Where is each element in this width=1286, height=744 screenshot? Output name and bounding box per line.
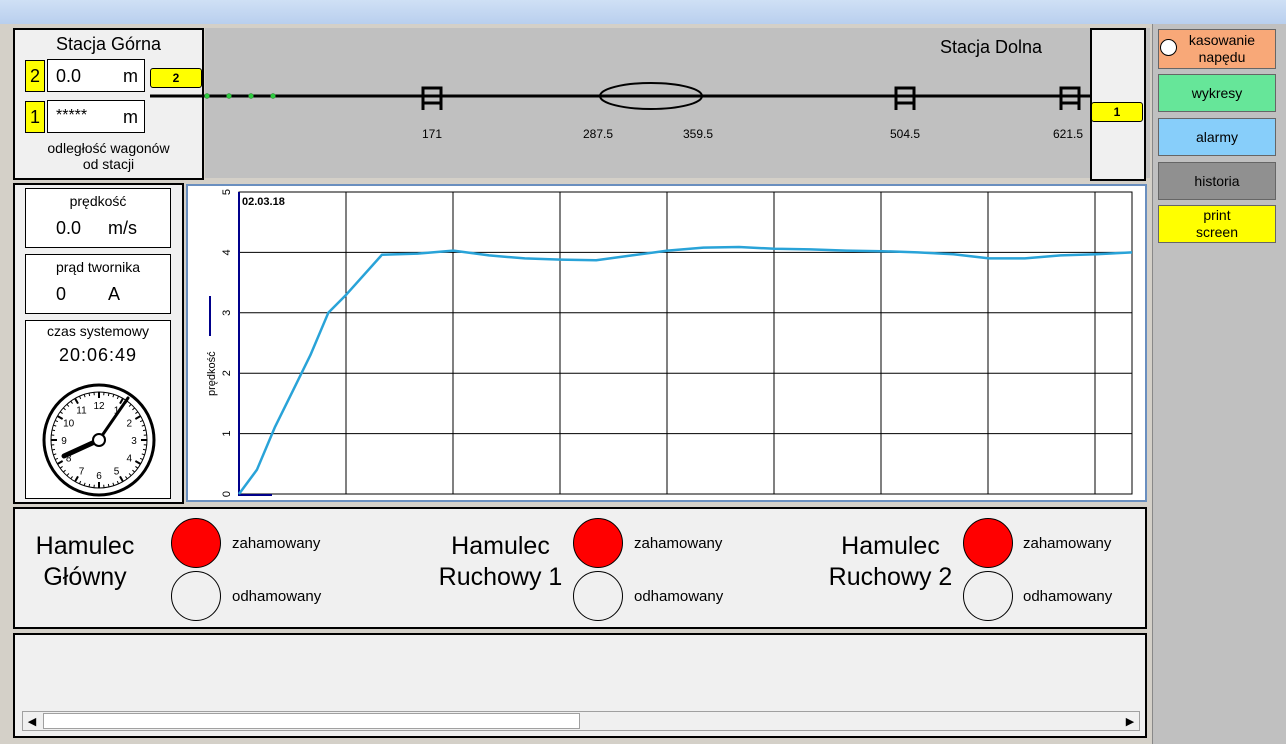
brake-service-1-released-lamp: [573, 571, 623, 621]
system-time-panel: czas systemowy 20:06:49 12 1 2 3 4 5 6 7 8 9 10 11: [25, 320, 171, 499]
brake-service-1-title-line2: Ruchowy 1: [438, 563, 563, 591]
brake-service-2-braked-lamp: [963, 518, 1013, 568]
chart-y-tick-label: 5: [221, 189, 233, 195]
scroll-left-icon[interactable]: ◀: [23, 712, 41, 730]
clock-tick: [142, 448, 147, 451]
speed-chart: 0 1 2 3 4 5 02.03.18 prędkość: [206, 189, 1133, 497]
chart-y-tick-label: 0: [221, 491, 233, 497]
speed-label: prędkość: [69, 193, 127, 209]
brake-service-2-released-label: odhamowany: [1023, 588, 1113, 605]
alarms-button[interactable]: alarmy: [1158, 118, 1276, 156]
clock-dial-number: 4: [127, 454, 133, 465]
chart-y-tick-label: 4: [221, 249, 233, 255]
reset-radio-icon[interactable]: [1160, 39, 1177, 56]
brake-service-1-title: Hamulec Ruchowy 1: [428, 531, 573, 593]
clock-dial-number: 3: [131, 436, 137, 447]
clock-dial-number: 2: [127, 419, 133, 430]
brake-service-1-released-label: odhamowany: [634, 588, 724, 605]
brake-service-2-released-lamp: [963, 571, 1013, 621]
clock-tick: [51, 429, 56, 432]
digital-clock: 20:06:49: [26, 345, 170, 366]
clock-tick: [51, 448, 56, 451]
brake-main-braked-label: zahamowany: [232, 535, 321, 552]
clock-dial-number: 7: [79, 466, 85, 477]
charts-button[interactable]: wykresy: [1158, 74, 1276, 112]
clock-tick: [88, 483, 91, 488]
car-1-marker: 1: [1091, 102, 1143, 122]
speed-value: 0.0: [56, 218, 82, 238]
reset-drive-button[interactable]: kasowanie napędu: [1158, 29, 1276, 69]
track-position-label: 287.5: [583, 127, 614, 141]
clock-dial-number: 6: [96, 471, 102, 482]
horizontal-scrollbar[interactable]: ◀ ▶: [22, 711, 1140, 731]
scroll-right-icon[interactable]: ▶: [1121, 712, 1139, 730]
clock-tick: [107, 483, 110, 488]
chart-y-tick-label: 1: [221, 431, 233, 437]
track-position-label: 171: [422, 127, 443, 141]
brake-main-title: Hamulec Główny: [20, 531, 150, 593]
car-2-marker: 2: [150, 68, 202, 88]
history-button[interactable]: historia: [1158, 162, 1276, 200]
current-value: 0: [56, 284, 67, 304]
track-position-label: 359.5: [683, 127, 714, 141]
clock-tick: [142, 429, 147, 432]
analog-clock-icon: 12 1234567891011: [42, 383, 156, 497]
brake-service-2-braked-label: zahamowany: [1023, 535, 1112, 552]
brake-main-braked-lamp: [171, 518, 221, 568]
tower-icon: [1059, 86, 1081, 110]
current-readout: prąd twornika 0 A: [25, 254, 171, 314]
clock-dial-number: 5: [114, 466, 120, 477]
track-diagram: [150, 82, 1090, 110]
brake-main-title-line1: Hamulec: [35, 532, 135, 560]
print-screen-label-line1: print: [1203, 207, 1231, 223]
reset-drive-label-line1: kasowanie: [1188, 32, 1256, 48]
clock-dial-number: 11: [76, 406, 87, 417]
chart-y-tick-label: 2: [221, 370, 233, 376]
brake-service-2-title-line1: Hamulec: [841, 532, 940, 560]
clock-tick: [88, 392, 91, 397]
brake-service-2-title: Hamulec Ruchowy 2: [818, 531, 963, 593]
clock-hours: 20: [58, 345, 81, 365]
chart-y-axis-label: prędkość: [206, 351, 218, 396]
print-screen-label-line2: screen: [1195, 224, 1239, 240]
brake-service-1-braked-lamp: [573, 518, 623, 568]
track-position-label: 504.5: [890, 127, 921, 141]
current-unit: A: [108, 284, 121, 304]
brake-service-1-title-line1: Hamulec: [451, 532, 550, 560]
brake-main-title-line2: Główny: [43, 563, 127, 591]
clock-minutes: 06: [86, 345, 110, 365]
scrollbar-thumb[interactable]: [43, 713, 580, 729]
clock-tick: [107, 392, 110, 397]
chart-y-tick-label: 3: [221, 310, 233, 316]
chart-date-label: 02.03.18: [242, 196, 285, 208]
clock-dial-number: 12: [93, 401, 105, 412]
clock-dial-number: 9: [61, 436, 67, 447]
clock-dial-number: 10: [63, 419, 75, 430]
current-label: prąd twornika: [55, 259, 141, 275]
brake-service-1-braked-label: zahamowany: [634, 535, 723, 552]
chart-plot-area: [238, 191, 1133, 495]
tower-icon: [894, 86, 916, 110]
brake-main-released-label: odhamowany: [232, 588, 322, 605]
reset-drive-label-line2: napędu: [1198, 49, 1246, 65]
clock-label: czas systemowy: [47, 323, 149, 339]
speed-unit: m/s: [108, 218, 137, 238]
track-position-label: 621.5: [1053, 127, 1084, 141]
brake-main-released-lamp: [171, 571, 221, 621]
speed-readout: prędkość 0.0 m/s: [25, 188, 171, 248]
clock-seconds: 49: [115, 345, 138, 365]
print-screen-button[interactable]: print screen: [1158, 205, 1276, 243]
tower-icon: [421, 86, 443, 110]
brake-service-2-title-line2: Ruchowy 2: [828, 563, 953, 591]
